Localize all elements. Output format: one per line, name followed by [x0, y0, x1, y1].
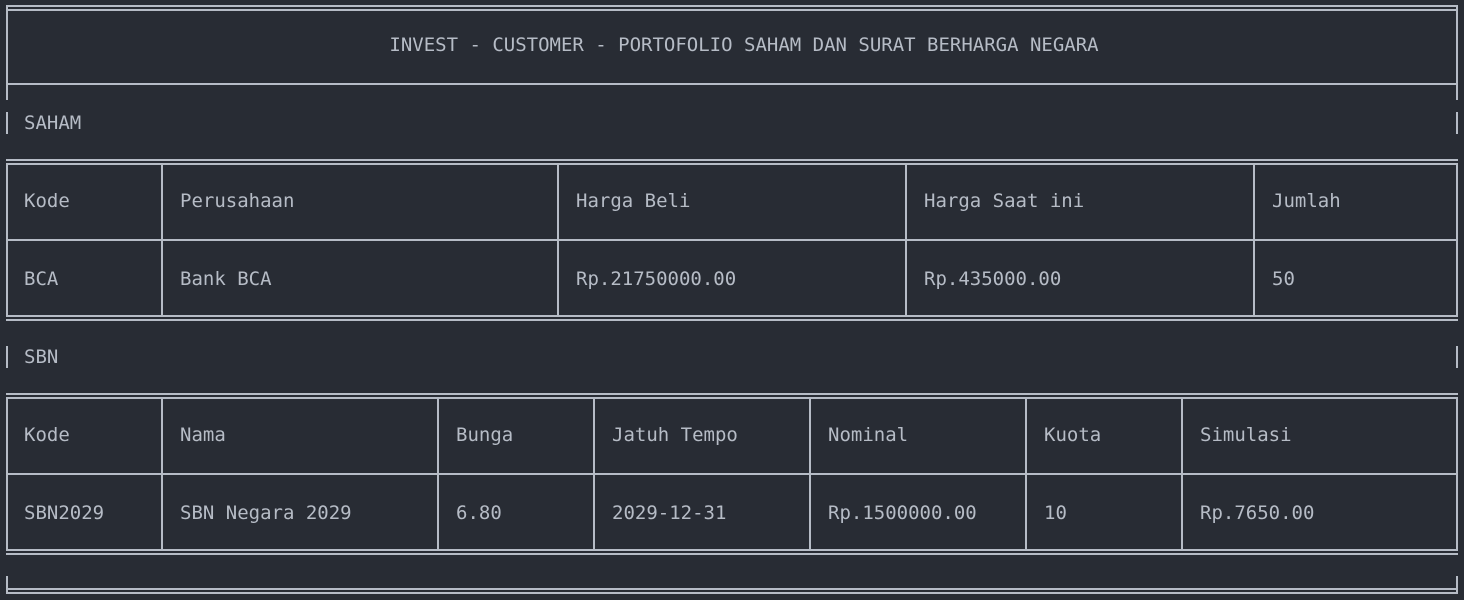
column-header: Nama — [180, 424, 226, 446]
table-cell: SBN2029 — [24, 502, 105, 524]
table-cell: 50 — [1272, 268, 1295, 290]
section-left-border — [6, 346, 8, 368]
column-header: Perusahaan — [180, 190, 295, 212]
column-header: Simulasi — [1200, 424, 1292, 446]
section-left-border — [6, 112, 8, 134]
table-cell: BCA — [24, 268, 59, 290]
table-cell: 2029-12-31 — [612, 502, 727, 524]
header-divider — [6, 473, 1458, 475]
column-header: Harga Beli — [576, 190, 691, 212]
table-cell: 10 — [1044, 502, 1067, 524]
column-header: Kuota — [1044, 424, 1102, 446]
page-title: INVEST - CUSTOMER - PORTOFOLIO SAHAM DAN… — [389, 34, 1099, 56]
column-header: Kode — [24, 424, 70, 446]
title-divider — [6, 83, 1458, 85]
table-cell: Rp.1500000.00 — [828, 502, 977, 524]
column-header: Kode — [24, 190, 70, 212]
table-cell: Rp.21750000.00 — [576, 268, 737, 290]
frame-top-border — [6, 5, 1458, 11]
column-header: Bunga — [456, 424, 514, 446]
table-top-border — [6, 393, 1458, 399]
column-header: Nominal — [828, 424, 909, 446]
column-header: Harga Saat ini — [924, 190, 1085, 212]
column-header: Jatuh Tempo — [612, 424, 738, 446]
section-right-border — [1456, 112, 1458, 134]
table-bottom-border — [6, 549, 1458, 555]
header-divider — [6, 239, 1458, 241]
table-cell: SBN Negara 2029 — [180, 502, 352, 524]
terminal-screen: INVEST - CUSTOMER - PORTOFOLIO SAHAM DAN… — [0, 0, 1464, 600]
table-cell: Rp.7650.00 — [1200, 502, 1315, 524]
section-right-border — [1456, 346, 1458, 368]
table-bottom-border — [6, 315, 1458, 321]
saham-section-label: SAHAM — [24, 112, 82, 134]
table-cell: Rp.435000.00 — [924, 268, 1062, 290]
column-header: Jumlah — [1272, 190, 1341, 212]
frame-bottom-border — [6, 588, 1458, 594]
table-cell: 6.80 — [456, 502, 502, 524]
table-cell: Bank BCA — [180, 268, 272, 290]
table-top-border — [6, 159, 1458, 165]
sbn-section-label: SBN — [24, 346, 59, 368]
